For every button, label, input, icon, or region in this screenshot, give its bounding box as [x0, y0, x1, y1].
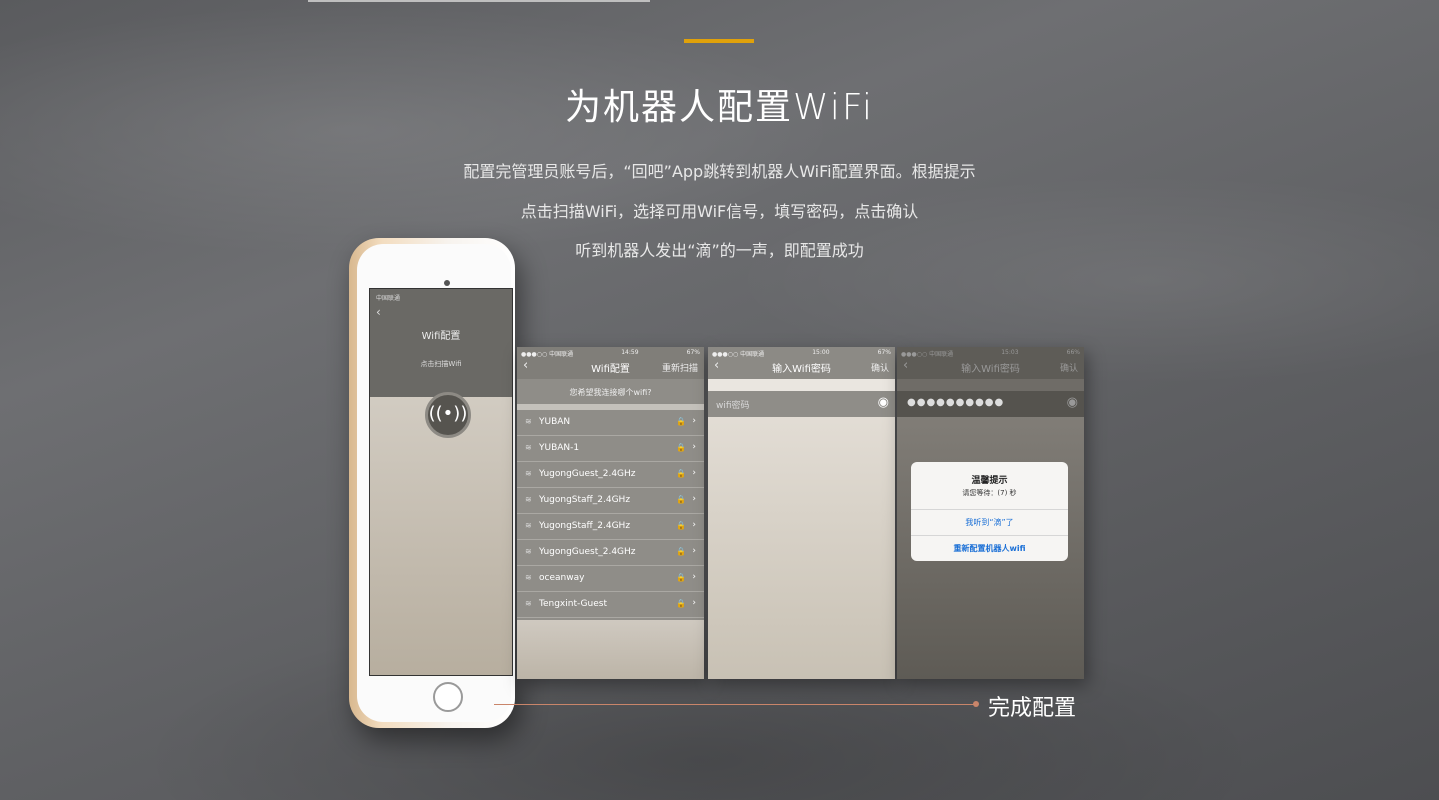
carrier: ●●●○○ 中国联通 [521, 351, 574, 358]
chevron-right-icon: › [692, 520, 696, 530]
password-field[interactable]: ●●●●●●●●●● ◉ [897, 391, 1084, 417]
nav-title: 输入Wifi密码 [961, 364, 1020, 375]
password-mask: ●●●●●●●●●● [907, 397, 1005, 408]
phone-screen: 中国联通 ‹ Wifi配置 点击扫描Wifi ((•)) [369, 288, 513, 676]
lock-icon: 🔒 [676, 443, 686, 452]
heard-beep-button[interactable]: 我听到“滴”了 [911, 509, 1068, 536]
phone-mockup: 中国联通 ‹ Wifi配置 点击扫描Wifi ((•)) [349, 238, 515, 728]
wifi-item[interactable]: ≋ YugongGuest_2.4GHz 🔒 › [517, 462, 704, 488]
accent-bar [684, 39, 754, 43]
eye-icon[interactable]: ◉ [878, 395, 889, 410]
description-line-1: 配置完管理员账号后，“回吧”App跳转到机器人WiFi配置界面。根据提示 [463, 162, 976, 181]
separator [708, 379, 895, 391]
chevron-right-icon: › [692, 468, 696, 478]
phone-status: 中国联通 [376, 295, 401, 302]
carrier: ●●●○○ 中国联通 [712, 351, 765, 358]
wifi-icon: ((•)) [428, 403, 468, 424]
battery: 67% [877, 349, 891, 356]
wifi-icon: ≋ [525, 547, 532, 556]
home-button[interactable] [433, 682, 463, 712]
wifi-item[interactable]: ≋ YugongStaff_2.4GHz 🔒 › [517, 488, 704, 514]
dialog-message: 请您等待：(7) 秒 [962, 489, 1017, 497]
list-background [517, 620, 704, 679]
description-line-2: 点击扫描WiFi，选择可用WiF信号，填写密码，点击确认 [520, 202, 919, 221]
wifi-icon: ≋ [525, 521, 532, 530]
wifi-list: ≋ YUBAN 🔒 › ≋ YUBAN-1 🔒 › ≋ YugongGuest_2.4GHz 🔒… [517, 410, 704, 618]
status-bar: ●●●○○ 中国联通 15:00 67% [712, 349, 891, 358]
password-field[interactable]: wifi密码 ◉ [708, 391, 895, 417]
wifi-item[interactable]: ≋ Tengxint-Guest 🔒 › [517, 592, 704, 618]
wifi-name: Tengxint-Guest [539, 599, 607, 609]
wifi-name: YugongStaff_2.4GHz [539, 521, 631, 531]
password-screen: ●●●○○ 中国联通 15:00 67% ‹ 输入Wifi密码 确认 wifi密… [708, 347, 895, 679]
separator [897, 379, 1084, 391]
lock-icon: 🔒 [676, 495, 686, 504]
phone-screen-header [370, 289, 512, 397]
wifi-question: 您希望我连接哪个wifi? [569, 388, 652, 397]
wifi-icon: ≋ [525, 469, 532, 478]
lock-icon: 🔒 [676, 573, 686, 582]
top-divider [308, 0, 650, 2]
callout-line [494, 704, 974, 705]
wifi-name: YugongGuest_2.4GHz [539, 547, 636, 557]
phone-screen-title: Wifi配置 [421, 331, 461, 342]
chevron-right-icon: › [692, 546, 696, 556]
callout-dot [973, 701, 979, 707]
description-line-3: 听到机器人发出“滴”的一声，即配置成功 [575, 241, 864, 260]
rescan-button[interactable]: 重新扫描 [662, 361, 698, 374]
reconfigure-wifi-button[interactable]: 重新配置机器人wifi [911, 535, 1068, 561]
lock-icon: 🔒 [676, 469, 686, 478]
page-title: 为机器人配置WiFi [565, 87, 874, 128]
wifi-item[interactable]: ≋ YUBAN 🔒 › [517, 410, 704, 436]
status-time: 14:59 [621, 349, 639, 356]
wifi-icon: ≋ [525, 599, 532, 608]
lock-icon: 🔒 [676, 417, 686, 426]
wifi-name: YUBAN [539, 417, 571, 427]
wifi-icon: ≋ [525, 573, 532, 582]
chevron-right-icon: › [692, 494, 696, 504]
waiting-screen: ●●●○○ 中国联通 15:03 66% ‹ 输入Wifi密码 确认 ●●●●●… [897, 347, 1084, 679]
carrier: ●●●○○ 中国联通 [901, 351, 954, 358]
battery: 67% [686, 349, 700, 356]
status-bar: ●●●○○ 中国联通 14:59 67% [521, 349, 700, 358]
nav-bar: ●●●○○ 中国联通 15:00 67% ‹ 输入Wifi密码 确认 [708, 347, 895, 379]
wifi-item[interactable]: ≋ oceanway 🔒 › [517, 566, 704, 592]
phone-scan-hint: 点击扫描Wifi [420, 360, 462, 368]
phone-camera [444, 280, 450, 286]
phone-back-button[interactable]: ‹ [376, 305, 381, 319]
chevron-right-icon: › [692, 416, 696, 426]
wifi-name: oceanway [539, 573, 585, 583]
confirm-button[interactable]: 确认 [1060, 361, 1078, 374]
lock-icon: 🔒 [676, 547, 686, 556]
wifi-list-screen: ●●●○○ 中国联通 14:59 67% ‹ Wifi配置 重新扫描 您希望我连… [517, 347, 704, 679]
wifi-name: YUBAN-1 [539, 443, 580, 453]
battery: 66% [1066, 349, 1080, 356]
wifi-icon: ≋ [525, 495, 532, 504]
lock-icon: 🔒 [676, 599, 686, 608]
alert-dialog: 温馨提示 请您等待：(7) 秒 我听到“滴”了 重新配置机器人wifi [911, 462, 1068, 561]
status-time: 15:03 [1001, 349, 1019, 356]
dialog-title: 温馨提示 [971, 476, 1008, 486]
lock-icon: 🔒 [676, 521, 686, 530]
wifi-name: YugongStaff_2.4GHz [539, 495, 631, 505]
wifi-item[interactable]: ≋ YUBAN-1 🔒 › [517, 436, 704, 462]
chevron-right-icon: › [692, 442, 696, 452]
chevron-right-icon: › [692, 598, 696, 608]
confirm-button[interactable]: 确认 [871, 361, 889, 374]
scan-wifi-button[interactable]: ((•)) [425, 392, 471, 438]
status-bar: ●●●○○ 中国联通 15:03 66% [901, 349, 1080, 358]
status-time: 15:00 [812, 349, 830, 356]
complete-label: 完成配置 [988, 696, 1077, 721]
nav-bar: ●●●○○ 中国联通 15:03 66% ‹ 输入Wifi密码 确认 [897, 347, 1084, 379]
wifi-name: YugongGuest_2.4GHz [539, 469, 636, 479]
nav-title: 输入Wifi密码 [772, 364, 831, 375]
wifi-item[interactable]: ≋ YugongGuest_2.4GHz 🔒 › [517, 540, 704, 566]
wifi-icon: ≋ [525, 443, 532, 452]
chevron-right-icon: › [692, 572, 696, 582]
wifi-item[interactable]: ≋ YugongStaff_2.4GHz 🔒 › [517, 514, 704, 540]
eye-icon[interactable]: ◉ [1067, 395, 1078, 410]
nav-bar: ●●●○○ 中国联通 14:59 67% ‹ Wifi配置 重新扫描 [517, 347, 704, 379]
wifi-icon: ≋ [525, 417, 532, 426]
password-placeholder: wifi密码 [716, 401, 750, 411]
